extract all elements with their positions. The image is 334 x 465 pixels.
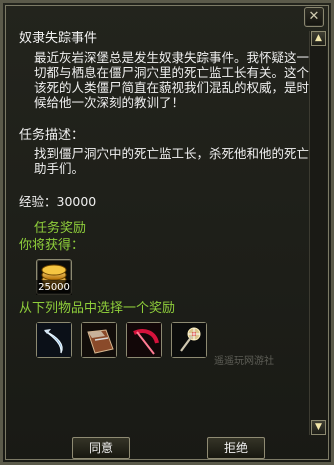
close-button[interactable] [304, 7, 324, 27]
crimson-scythe-icon [127, 323, 161, 357]
scroll-down-arrow-icon[interactable] [311, 420, 326, 435]
choose-reward-label: 从下列物品中选择一个奖励 [19, 301, 176, 316]
experience-reward: 经验：30000 [19, 194, 97, 209]
quest-description: 最近灰岩深堡总是发生奴隶失踪事件。我怀疑这一切都与栖息在僵尸洞穴里的死亡监工长有… [34, 50, 310, 110]
reward-choice-3[interactable] [126, 322, 162, 358]
scroll-up-arrow-icon[interactable] [311, 31, 326, 46]
quest-title: 奴隶失踪事件 [19, 31, 98, 46]
task-section-label: 任务描述： [19, 128, 85, 143]
quest-window: 奴隶失踪事件 最近灰岩深堡总是发生奴隶失踪事件。我怀疑这一切都与栖息在僵尸洞穴里… [0, 0, 334, 465]
reward-get-label: 你将获得： [19, 238, 85, 253]
gold-amount: 25000 [36, 280, 72, 295]
reward-title: 任务奖励 [34, 221, 87, 236]
arm-guard-icon [82, 323, 116, 357]
refuse-button[interactable]: 拒绝 [207, 437, 265, 459]
curved-blade-icon [37, 323, 71, 357]
staff-icon [172, 323, 206, 357]
gold-reward-slot[interactable]: 25000 [36, 259, 72, 295]
vertical-scrollbar[interactable] [309, 31, 327, 435]
accept-button[interactable]: 同意 [72, 437, 130, 459]
reward-choice-2[interactable] [81, 322, 117, 358]
watermark-text: 遥遥玩网游社 [214, 356, 274, 367]
quest-content: 奴隶失踪事件 最近灰岩深堡总是发生奴隶失踪事件。我怀疑这一切都与栖息在僵尸洞穴里… [16, 31, 310, 435]
reward-choice-1[interactable] [36, 322, 72, 358]
reward-choice-4[interactable] [171, 322, 207, 358]
task-description: 找到僵尸洞穴中的死亡监工长，杀死他和他的死亡助手们。 [34, 146, 310, 176]
